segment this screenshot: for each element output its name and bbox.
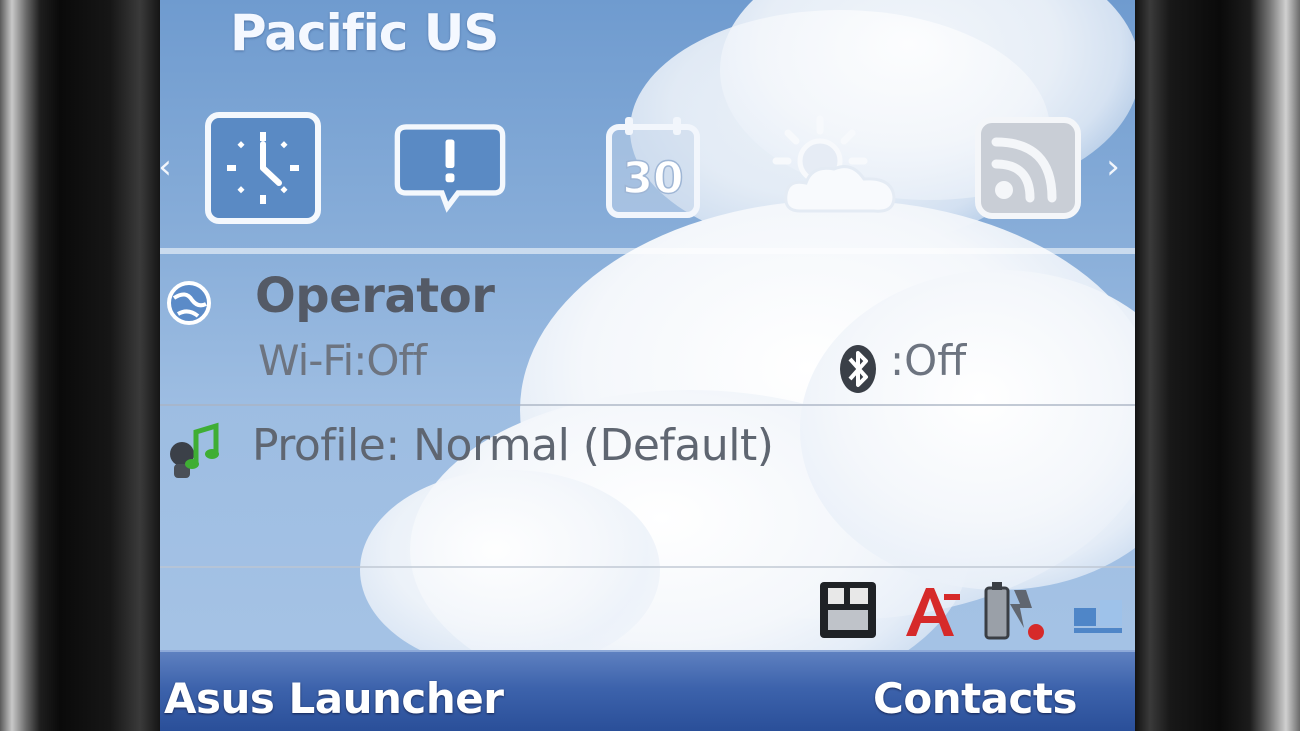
row-divider (160, 404, 1135, 406)
row-divider (160, 566, 1135, 568)
right-softkey-button[interactable]: Contacts (873, 674, 1077, 723)
alert-bubble-icon (394, 124, 506, 213)
prev-arrow-icon[interactable]: ‹ (160, 142, 174, 192)
clock-icon (227, 132, 299, 204)
tile-weather[interactable] (770, 112, 910, 224)
sun-cloud-icon (772, 115, 896, 213)
next-arrow-icon[interactable]: › (1104, 142, 1122, 192)
operator-name: Operator (255, 268, 495, 324)
battery-charging-icon (984, 582, 1044, 640)
network-icon (1074, 600, 1122, 633)
phone-bezel-left (0, 0, 160, 731)
wifi-status[interactable]: Wi-Fi:Off (258, 336, 427, 385)
phone-screen: Pacific US ‹ (160, 0, 1135, 731)
softkey-bar: Asus Launcher Contacts (160, 650, 1135, 731)
globe-network-icon (167, 281, 211, 325)
icon-strip-divider (160, 248, 1135, 254)
time-zone-title: Pacific US (230, 4, 499, 62)
tile-clock[interactable] (205, 112, 321, 224)
profile-status[interactable]: Profile: Normal (Default) (252, 420, 774, 471)
cloud-wallpaper (360, 470, 660, 670)
calendar-date-label: 30 (622, 153, 683, 204)
bluetooth-status[interactable]: :Off (890, 336, 966, 385)
left-softkey-button[interactable]: Asus Launcher (164, 674, 504, 723)
profile-music-icon (170, 422, 219, 478)
phone-bezel-right (1135, 0, 1300, 731)
tile-rss[interactable] (970, 112, 1086, 224)
sim-card-icon (820, 582, 876, 638)
rss-feed-icon (975, 117, 1081, 219)
bluetooth-icon[interactable] (836, 342, 880, 396)
tile-calendar[interactable]: 30 (595, 112, 711, 224)
text-input-icon (906, 588, 960, 636)
calendar-icon: 30 (606, 117, 700, 218)
tile-alerts[interactable] (392, 112, 508, 224)
